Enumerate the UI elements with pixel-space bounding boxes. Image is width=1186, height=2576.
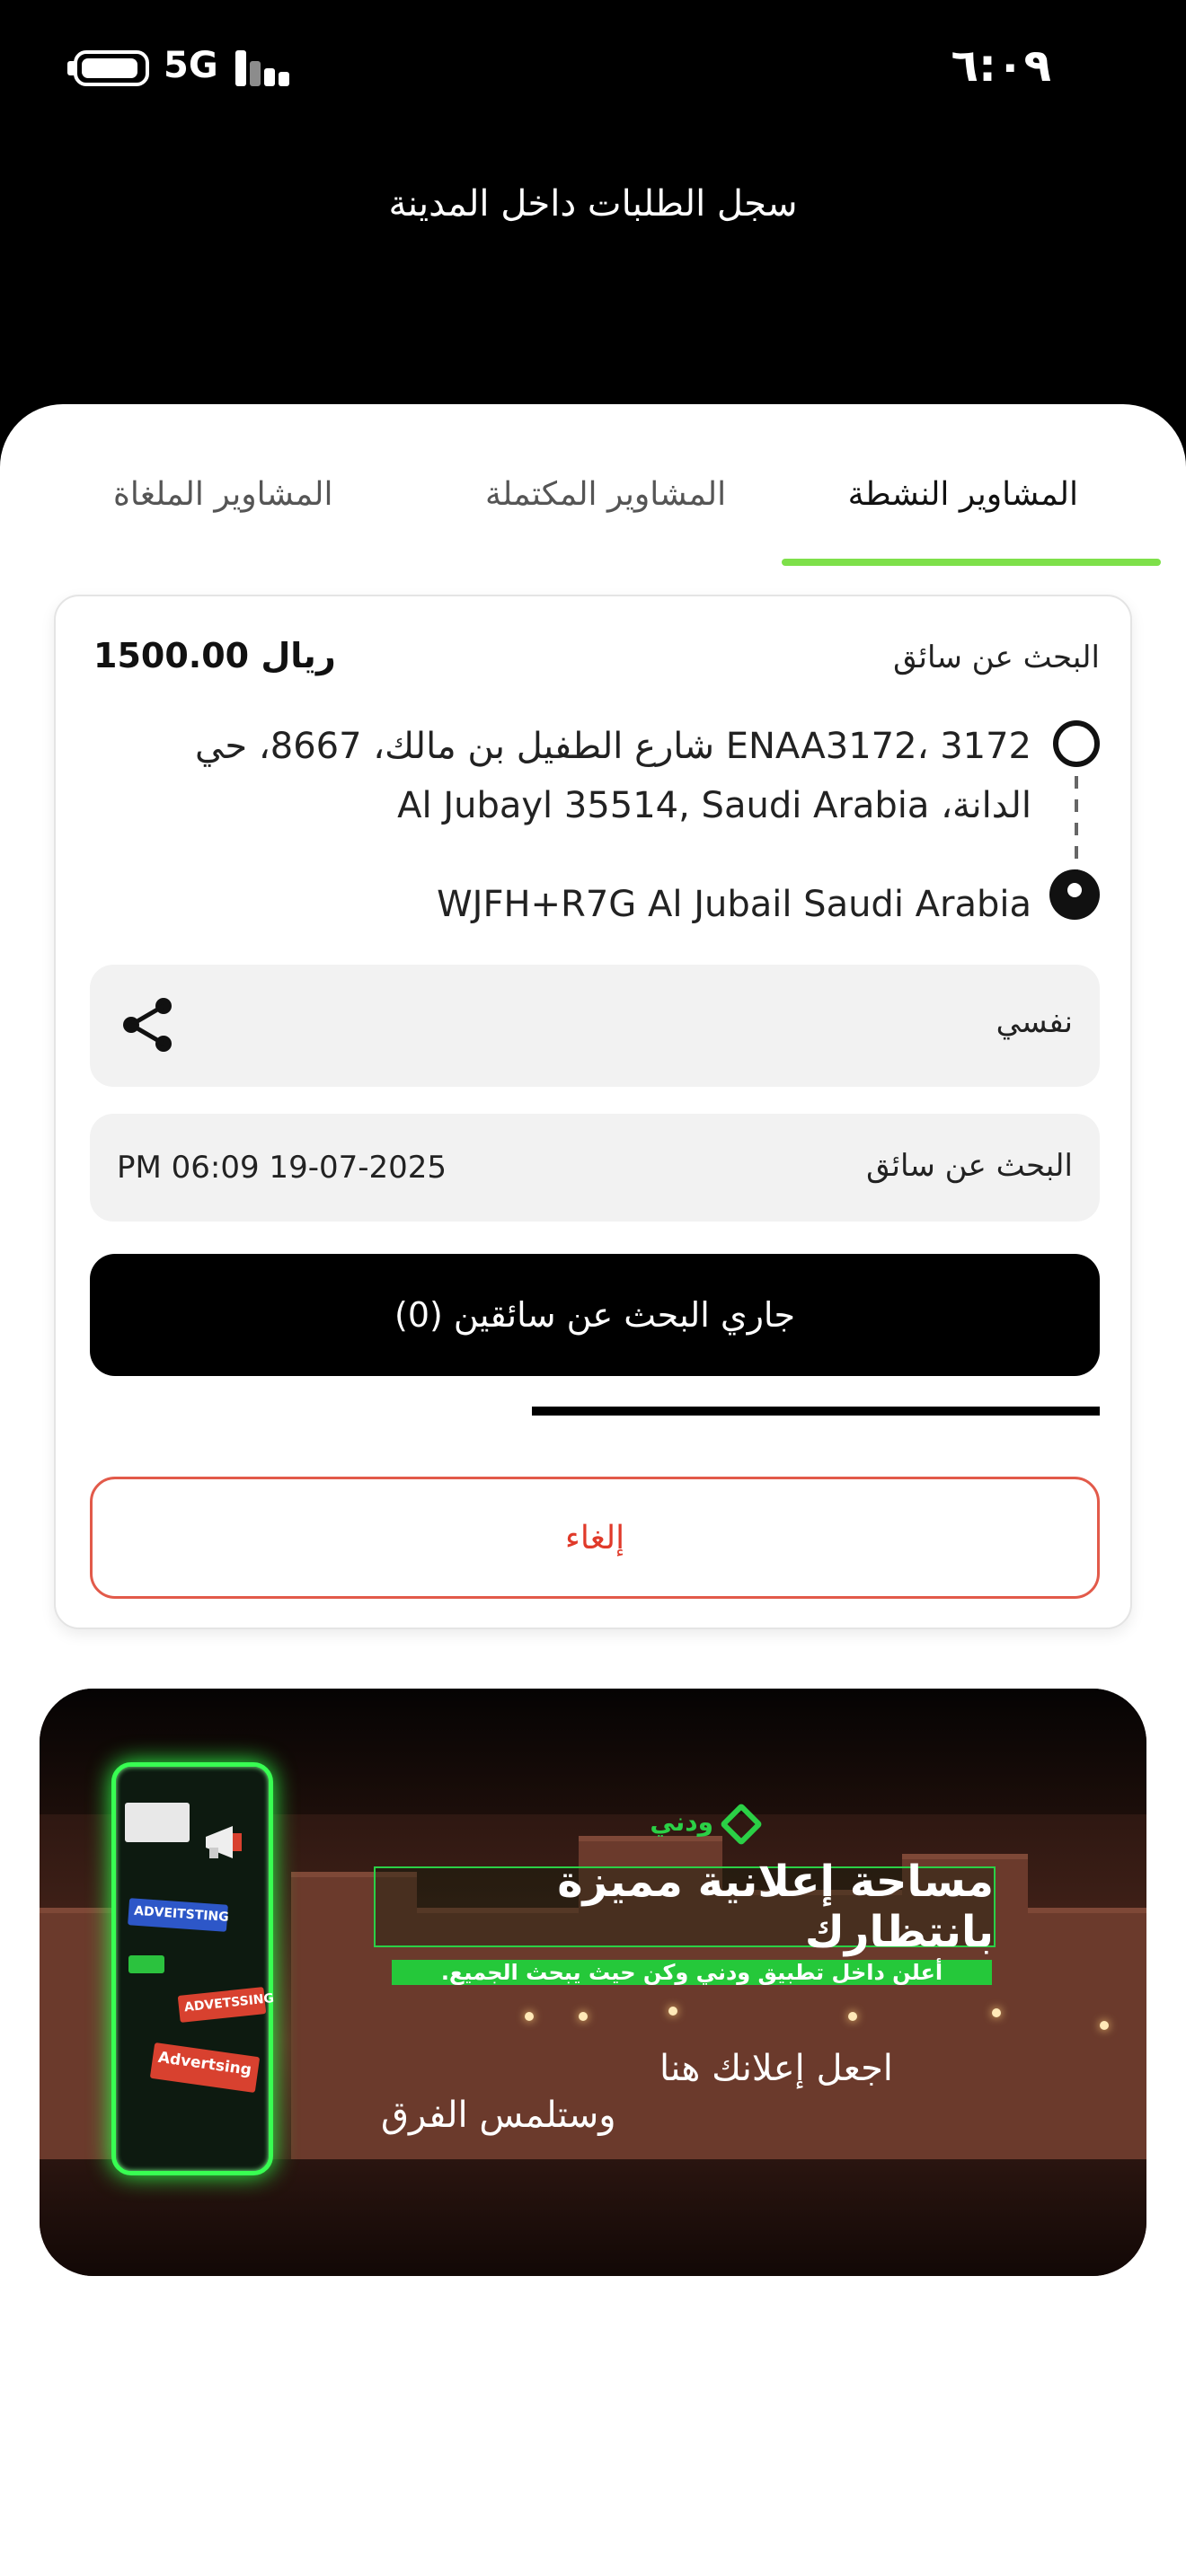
status-bar: 5G ٦:٠٩ xyxy=(0,0,1186,135)
light-dot xyxy=(1100,2021,1109,2030)
phone-screen-banner xyxy=(125,1803,190,1842)
light-dot xyxy=(848,2012,857,2021)
phone-chip-advertising-large: Advertsing xyxy=(149,2042,261,2094)
tab-cancelled-trips[interactable]: المشاوير الملغاة xyxy=(113,476,332,513)
phone-chip-advertising-red: ADVETSSING xyxy=(177,1987,275,2023)
ad-floor xyxy=(40,2159,1146,2276)
tab-active-trips[interactable]: المشاوير النشطة xyxy=(848,476,1078,513)
cancel-button[interactable]: إلغاء xyxy=(90,1477,1100,1599)
tab-completed-trips[interactable]: المشاوير المكتملة xyxy=(485,476,726,513)
page-title: سجل الطلبات داخل المدينة xyxy=(388,183,798,225)
signal-icon xyxy=(235,50,293,86)
phone-chip-green xyxy=(128,1955,164,1973)
phone-chip-advertising-blue: ADVEITSTING xyxy=(128,1898,229,1932)
searching-drivers-button[interactable]: جاري البحث عن سائقين (0) xyxy=(90,1254,1100,1376)
passenger-label: نفسي xyxy=(996,1004,1073,1040)
battery-icon xyxy=(74,50,149,86)
share-icon[interactable] xyxy=(119,995,178,1054)
ad-tagline-1: اجعل إعلانك هنا xyxy=(659,2048,893,2089)
datetime-row: البحث عن سائق PM 06:09 19-07-2025 xyxy=(90,1114,1100,1222)
datetime-value: PM 06:09 19-07-2025 xyxy=(117,1150,447,1186)
brand-logo: ودني xyxy=(647,1802,764,1847)
light-dot xyxy=(992,2008,1001,2017)
content-sheet: المشاوير النشطة المشاوير المكتملة المشاو… xyxy=(0,404,1186,2576)
datetime-label: البحث عن سائق xyxy=(866,1148,1073,1184)
passenger-row: نفسي xyxy=(90,965,1100,1087)
brand-name: ودني xyxy=(650,1807,713,1837)
pickup-point-icon xyxy=(1053,720,1100,767)
trip-card: البحث عن سائق 1500.00 ريال 3172 ،ENAA317… xyxy=(54,595,1132,1629)
dropoff-address: WJFH+R7G Al Jubail Saudi Arabia xyxy=(437,884,1031,925)
megaphone-icon xyxy=(206,1826,242,1858)
search-progress-bar xyxy=(532,1407,1100,1416)
trip-price: 1500.00 ريال xyxy=(93,636,336,675)
ad-tagline-2: وستلمس الفرق xyxy=(381,2095,616,2136)
ad-subline: أعلن داخل تطبيق ودني وكن حيث يبحث الجميع… xyxy=(392,1960,992,1985)
dropoff-pin-icon xyxy=(1049,869,1100,920)
pickup-address: 3172 ،ENAA3172 شارع الطفيل بن مالك، 8667… xyxy=(195,726,1031,826)
clock: ٦:٠٩ xyxy=(951,40,1051,92)
light-dot xyxy=(668,2007,677,2016)
active-tab-indicator xyxy=(782,559,1161,566)
ad-headline: مساحة إعلانية مميزة بانتظارك xyxy=(374,1857,996,1957)
trip-status: البحث عن سائق xyxy=(893,640,1100,675)
ad-banner[interactable]: ADVEITSTING ADVETSSING Advertsing ودني م… xyxy=(40,1689,1146,2276)
light-dot xyxy=(525,2012,534,2021)
network-label: 5G xyxy=(164,45,218,86)
phone-mockup: ADVEITSTING ADVETSSING Advertsing xyxy=(111,1762,275,2175)
light-dot xyxy=(579,2012,588,2021)
trip-tabs: المشاوير النشطة المشاوير المكتملة المشاو… xyxy=(0,404,1186,575)
route-connector xyxy=(1075,776,1078,873)
battery-tip xyxy=(67,61,75,75)
